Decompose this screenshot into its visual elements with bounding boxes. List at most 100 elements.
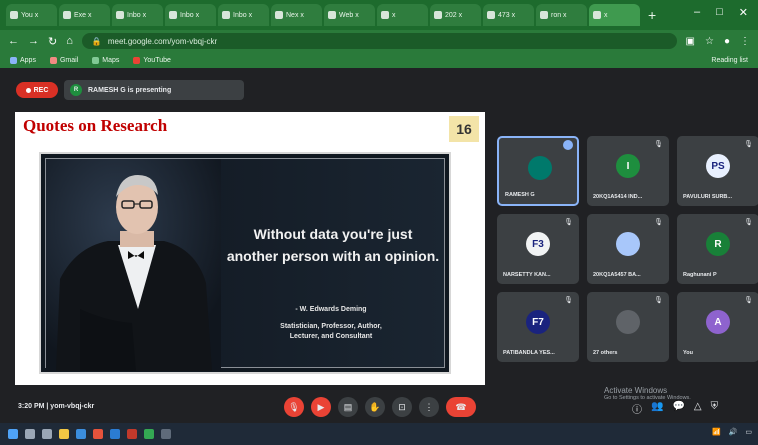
participant-tile[interactable]: 🎙 27 others <box>587 292 669 362</box>
presenting-banner: R RAMESH G is presenting <box>64 80 244 100</box>
star-icon[interactable]: ☆ <box>705 36 714 47</box>
menu-icon[interactable]: ⋮ <box>740 36 750 47</box>
browser-tab-bar: You x Exe x Inbo x Inbo x Inbo x Nex x Web x x 2… <box>0 0 758 30</box>
presenter-avatar: R <box>70 84 82 96</box>
meeting-info: 3:20 PM | yom-vbqj-ckr <box>18 403 95 410</box>
participant-avatar: F3 <box>526 232 550 256</box>
tab-favicon-icon <box>169 11 177 19</box>
bookmark-item[interactable]: Apps <box>10 56 36 64</box>
leave-call-button[interactable]: ☎ <box>446 397 476 417</box>
bookmark-item[interactable]: Gmail <box>49 56 79 64</box>
powerpoint-icon[interactable] <box>127 429 137 439</box>
office-icon[interactable] <box>93 429 103 439</box>
participant-avatar: PS <box>706 154 730 178</box>
host-controls-icon[interactable]: ⛨ <box>711 401 719 416</box>
pin-icon[interactable] <box>563 140 573 150</box>
participant-avatar <box>616 232 640 256</box>
participant-tile[interactable]: 🎙 I 20KQ1A5414 IND... <box>587 136 669 206</box>
bookmark-label: Gmail <box>59 56 79 64</box>
forward-icon[interactable]: → <box>28 35 39 47</box>
bookmark-icon <box>49 56 57 64</box>
tab-favicon-icon <box>328 11 336 19</box>
chat-icon[interactable]: 💬 <box>672 401 684 416</box>
back-icon[interactable]: ← <box>8 35 19 47</box>
bookmark-item[interactable]: Maps <box>92 56 119 64</box>
tab-label: x <box>604 11 608 19</box>
mic-muted-icon: 🎙 <box>654 219 663 226</box>
mic-muted-icon: 🎙 <box>564 297 573 304</box>
task-view-icon[interactable] <box>42 429 52 439</box>
tab-favicon-icon <box>63 11 71 19</box>
mic-muted-icon: 🎙 <box>744 297 753 304</box>
more-options-button[interactable]: ⋮ <box>419 397 439 417</box>
browser-tab[interactable]: You x <box>6 4 57 26</box>
activities-icon[interactable]: △ <box>694 401 702 416</box>
profile-icon[interactable]: ● <box>724 36 730 47</box>
slide-title: Quotes on Research <box>23 116 168 135</box>
close-window-button[interactable]: ✕ <box>739 6 748 19</box>
participant-tile[interactable]: 🎙 F3 NARSETTY KAN... <box>497 214 579 284</box>
camera-icon[interactable]: ▣ <box>686 36 695 47</box>
present-button[interactable]: ⊡ <box>392 397 412 417</box>
meet-stage: REC R RAMESH G is presenting Quotes on R… <box>0 68 758 423</box>
home-icon[interactable]: ⌂ <box>66 35 73 47</box>
people-icon[interactable]: 👥 <box>651 401 663 416</box>
participant-name: You <box>683 350 693 356</box>
recording-badge: REC <box>16 82 58 98</box>
browser-tab[interactable]: x <box>377 4 428 26</box>
lock-icon: 🔒 <box>91 36 102 46</box>
browser-tab[interactable]: 473 x <box>483 4 534 26</box>
browser-tab[interactable]: Nex x <box>271 4 322 26</box>
mic-toggle[interactable]: 🎙 <box>284 397 304 417</box>
file-explorer-icon[interactable] <box>59 429 69 439</box>
volume-icon[interactable]: 🔊 <box>729 428 738 436</box>
address-bar[interactable]: 🔒 meet.google.com/yom-vbqj-ckr <box>81 33 677 49</box>
network-icon[interactable]: 📶 <box>712 428 721 436</box>
minimize-button[interactable]: – <box>694 6 700 19</box>
notification-icon[interactable]: ▭ <box>745 428 752 436</box>
captions-button[interactable]: ▤ <box>338 397 358 417</box>
participant-name: Raghunani P <box>683 272 717 278</box>
participant-tile[interactable]: 🎙 R Raghunani P <box>677 214 758 284</box>
system-tray: 📶 🔊 ▭ <box>712 428 752 436</box>
browser-tab[interactable]: 202 x <box>430 4 481 26</box>
reading-list[interactable]: Reading list <box>711 57 748 64</box>
app-icon[interactable] <box>161 429 171 439</box>
tab-label: You x <box>21 11 39 19</box>
bookmark-icon <box>133 56 141 64</box>
participant-avatar <box>616 310 640 334</box>
camera-toggle[interactable]: ▶ <box>311 397 331 417</box>
chrome-icon[interactable] <box>144 429 154 439</box>
slide-number: 16 <box>449 116 479 142</box>
tab-label: Exe x <box>74 11 92 19</box>
word-icon[interactable] <box>110 429 120 439</box>
tab-favicon-icon <box>381 11 389 19</box>
bookmark-item[interactable]: YouTube <box>133 56 171 64</box>
browser-tab[interactable]: Inbo x <box>112 4 163 26</box>
windows-start-icon[interactable] <box>8 429 18 439</box>
browser-tab[interactable]: ron x <box>536 4 587 26</box>
screen: You x Exe x Inbo x Inbo x Inbo x Nex x Web x x 2… <box>0 0 758 445</box>
maximize-button[interactable]: □ <box>716 6 723 19</box>
browser-tab[interactable]: Inbo x <box>218 4 269 26</box>
raise-hand-button[interactable]: ✋ <box>365 397 385 417</box>
browser-tab[interactable]: Inbo x <box>165 4 216 26</box>
author-roles-2: Lecturer, and Consultant <box>289 333 373 340</box>
new-tab-button[interactable]: + <box>642 7 662 23</box>
participant-tile[interactable]: 🎙 A You <box>677 292 758 362</box>
participant-tile[interactable]: 🎙 PS PAVULURI SURB... <box>677 136 758 206</box>
edge-icon[interactable] <box>76 429 86 439</box>
participant-tile[interactable]: 🎙RAMESH G <box>497 136 579 206</box>
browser-tab[interactable]: Exe x <box>59 4 110 26</box>
mic-muted-icon: 🎙 <box>654 297 663 304</box>
browser-tab[interactable]: Web x <box>324 4 375 26</box>
participant-tile[interactable]: 🎙 20KQ1A5457 BA... <box>587 214 669 284</box>
tab-favicon-icon <box>10 11 18 19</box>
participant-tile[interactable]: 🎙 F7 PATIBANDLA YES... <box>497 292 579 362</box>
search-icon[interactable] <box>25 429 35 439</box>
info-icon[interactable]: ⓘ <box>632 401 642 416</box>
participant-name: 20KQ1A5414 IND... <box>593 194 643 200</box>
browser-tab[interactable]: x <box>589 4 640 26</box>
participant-name: 27 others <box>593 350 618 356</box>
reload-icon[interactable]: ↻ <box>48 35 57 48</box>
